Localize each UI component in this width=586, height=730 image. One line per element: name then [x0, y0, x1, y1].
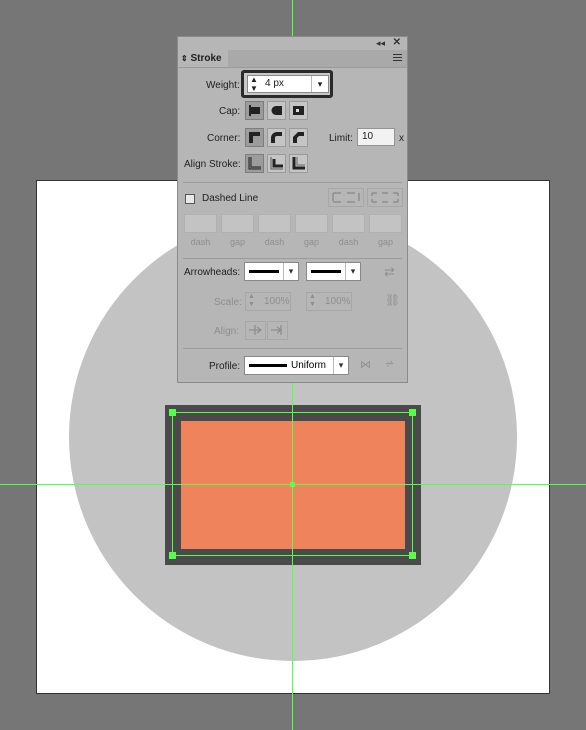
- align-stroke-label: Align Stroke:: [184, 159, 241, 170]
- align-center-button[interactable]: [245, 154, 264, 173]
- projecting-cap-button[interactable]: [289, 101, 308, 120]
- separator: [183, 258, 402, 259]
- flip-along-icon[interactable]: ⋈: [360, 358, 371, 371]
- arrow-tip-beyond-icon: [249, 325, 263, 335]
- panel-titlebar[interactable]: ◂◂ ✕: [178, 37, 407, 50]
- weight-value: 4 px: [265, 78, 284, 89]
- align-inside-icon: [270, 157, 283, 170]
- limit-suffix: x: [399, 133, 404, 144]
- swap-arrowheads-icon[interactable]: ⇄: [384, 264, 395, 280]
- profile-value: Uniform: [291, 360, 327, 371]
- miter-join-icon: [249, 132, 260, 143]
- chevron-down-icon: ▾: [283, 263, 298, 280]
- weight-label: Weight:: [206, 80, 240, 91]
- gap-field-2[interactable]: [295, 214, 328, 233]
- round-join-button[interactable]: [267, 128, 286, 147]
- bevel-join-button[interactable]: [289, 128, 308, 147]
- gap-label-3: gap: [377, 237, 394, 247]
- arrowheads-label: Arrowheads:: [184, 267, 241, 278]
- projecting-cap-icon: [293, 106, 304, 115]
- start-arrowhead-dropdown[interactable]: ▾: [244, 262, 299, 281]
- dash-label-1: dash: [190, 237, 211, 247]
- align-outside-icon: [292, 157, 305, 170]
- limit-label: Limit:: [329, 133, 353, 144]
- double-chevron-left-icon[interactable]: ◂◂: [376, 38, 385, 49]
- gap-label-2: gap: [303, 237, 320, 247]
- stepper-icon: ▲ ▼: [309, 293, 316, 308]
- align-outside-button[interactable]: [289, 154, 308, 173]
- dash-label-2: dash: [264, 237, 285, 247]
- line-preview-icon: [311, 270, 341, 273]
- dash-align-icon: [371, 192, 399, 203]
- end-scale-field[interactable]: ▲ ▼ 100%: [306, 292, 352, 311]
- corner-label: Corner:: [207, 133, 241, 144]
- dash-field-2[interactable]: [258, 214, 291, 233]
- dash-field-1[interactable]: [184, 214, 217, 233]
- dashed-line-checkbox[interactable]: [185, 194, 195, 204]
- dash-field-3[interactable]: [332, 214, 365, 233]
- dashed-line-label: Dashed Line: [202, 193, 259, 204]
- limit-field[interactable]: 10: [357, 128, 395, 146]
- panel-tab-bar: ⇕ Stroke: [178, 50, 407, 68]
- selection-handle-top-right[interactable]: [409, 409, 416, 416]
- weight-stepper-icon[interactable]: ▲ ▼: [250, 75, 258, 93]
- gap-field-3[interactable]: [369, 214, 402, 233]
- link-scale-icon[interactable]: ⛓: [385, 293, 400, 307]
- tab-stroke-label: Stroke: [190, 53, 222, 64]
- align-label: Align:: [214, 326, 240, 337]
- butt-cap-button[interactable]: [245, 101, 264, 120]
- panel-menu-icon[interactable]: [393, 54, 402, 62]
- dash-label-3: dash: [338, 237, 359, 247]
- chevron-down-icon: ▾: [333, 357, 348, 374]
- align-center-icon: [248, 157, 261, 170]
- round-join-icon: [271, 132, 282, 143]
- gap-label-1: gap: [229, 237, 246, 247]
- start-scale-field[interactable]: ▲ ▼ 100%: [245, 292, 291, 311]
- round-cap-button[interactable]: [267, 101, 286, 120]
- scale-label: Scale:: [214, 297, 242, 308]
- start-scale-value: 100%: [264, 296, 290, 307]
- preserve-dash-button[interactable]: [328, 188, 364, 207]
- end-scale-value: 100%: [325, 296, 351, 307]
- separator: [183, 348, 402, 349]
- stepper-icon: ▲ ▼: [248, 293, 255, 308]
- selection-center-point: [290, 482, 295, 487]
- cap-label: Cap:: [219, 106, 241, 117]
- tab-stroke[interactable]: ⇕ Stroke: [178, 50, 228, 67]
- miter-join-button[interactable]: [245, 128, 264, 147]
- selection-handle-top-left[interactable]: [169, 409, 176, 416]
- separator: [183, 182, 402, 183]
- arrow-tip-at-end-icon: [271, 325, 283, 335]
- selection-handle-bottom-right[interactable]: [409, 552, 416, 559]
- align-dash-button[interactable]: [367, 188, 403, 207]
- close-icon[interactable]: ✕: [393, 37, 401, 48]
- profile-dropdown[interactable]: Uniform ▾: [244, 356, 349, 375]
- align-inside-button[interactable]: [267, 154, 286, 173]
- uniform-profile-icon: [249, 364, 287, 367]
- chevron-down-icon: ▾: [345, 263, 360, 280]
- bevel-join-icon: [293, 132, 304, 143]
- arrow-tip-at-end-button[interactable]: [267, 321, 288, 340]
- selection-handle-bottom-left[interactable]: [169, 552, 176, 559]
- weight-field[interactable]: ▲ ▼ 4 px ▾: [247, 75, 329, 93]
- stroke-panel: ◂◂ ✕ ⇕ Stroke Weight: ▲ ▼ 4 px ▾ Cap: Cor…: [177, 36, 408, 383]
- dash-preserve-icon: [332, 192, 360, 203]
- gap-field-1[interactable]: [221, 214, 254, 233]
- end-arrowhead-dropdown[interactable]: ▾: [306, 262, 361, 281]
- line-preview-icon: [249, 270, 279, 273]
- arrow-tip-beyond-button[interactable]: [245, 321, 266, 340]
- butt-cap-icon: [249, 105, 260, 116]
- round-cap-icon: [271, 106, 282, 115]
- flip-across-icon[interactable]: ⩫: [385, 357, 394, 370]
- profile-label: Profile:: [209, 361, 241, 372]
- chevron-down-icon[interactable]: ▾: [311, 76, 328, 92]
- weight-highlight: ▲ ▼ 4 px ▾: [241, 70, 333, 98]
- tab-arrows-icon: ⇕: [181, 54, 188, 63]
